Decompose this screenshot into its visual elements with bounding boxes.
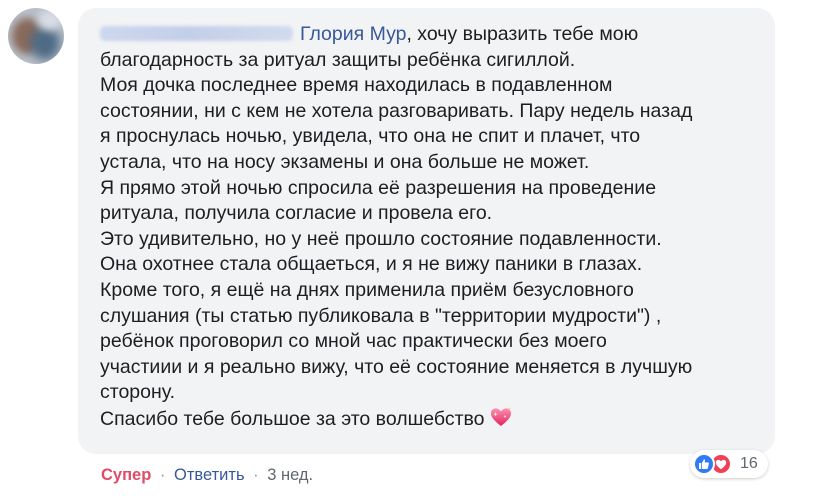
comment-actions: Супер · Ответить · 3 нед. [101, 463, 313, 487]
sparkling-heart-icon [489, 406, 513, 428]
comment-line: сторону. [100, 381, 175, 404]
avatar[interactable] [8, 8, 64, 64]
avatar-blur-shape [30, 26, 60, 60]
mention-link[interactable]: Глория Мур [300, 23, 406, 45]
comment-line: Это удивительно, но у неё прошло состоян… [100, 227, 662, 250]
reaction-count: 16 [740, 455, 758, 472]
comment-line: устала, что на носу экзамены и она больш… [100, 150, 590, 173]
comment-line: Кроме того, я ещё на днях применила приё… [100, 278, 634, 301]
comment-text: Глория Мур, хочу выразить тебе мою благо… [100, 22, 770, 433]
comment-line: Глория Мур, хочу выразить тебе мою [100, 22, 770, 48]
reaction-super-button[interactable]: Супер [101, 466, 151, 484]
reply-button[interactable]: Ответить [174, 466, 245, 484]
reactions-summary[interactable]: 16 [690, 450, 768, 478]
separator-dot: · [159, 466, 166, 484]
comment-line: Она охотнее стала общаеться, и я не вижу… [100, 253, 643, 276]
comment-line: благодарность за ритуал защиты ребёнка с… [100, 48, 576, 71]
comment-line: ритуала, получила согласие и провела его… [100, 202, 493, 225]
author-name-redacted[interactable] [100, 26, 293, 41]
comment-line: ребёнок проговорил со мной час практичес… [100, 330, 607, 353]
timestamp[interactable]: 3 нед. [267, 466, 313, 484]
comment-bubble: Глория Мур, хочу выразить тебе мою благо… [78, 8, 775, 454]
comment-line-text: , хочу выразить тебе мою [406, 23, 639, 45]
comment-line-text: Спасибо тебе большое за это волшебство [100, 407, 485, 430]
comment-line: Моя дочка последнее время находилась в п… [100, 74, 613, 97]
separator-dot: · [253, 466, 259, 484]
like-icon [693, 453, 715, 475]
comment-line: Спасибо тебе большое за это волшебство [100, 406, 770, 433]
comment-line: участиии и я реально вижу, что её состоя… [100, 355, 693, 378]
comment-line: Я прямо этой ночью спросила её разрешени… [100, 176, 657, 199]
comment-line: я проснулась ночью, увидела, что она не … [100, 125, 641, 148]
comment-line: состоянии, ни с кем не хотела разговарив… [100, 99, 693, 122]
comment-line: слушания (ты статью публиковала в "терри… [100, 304, 662, 327]
avatar-blur-shape [38, 10, 62, 30]
